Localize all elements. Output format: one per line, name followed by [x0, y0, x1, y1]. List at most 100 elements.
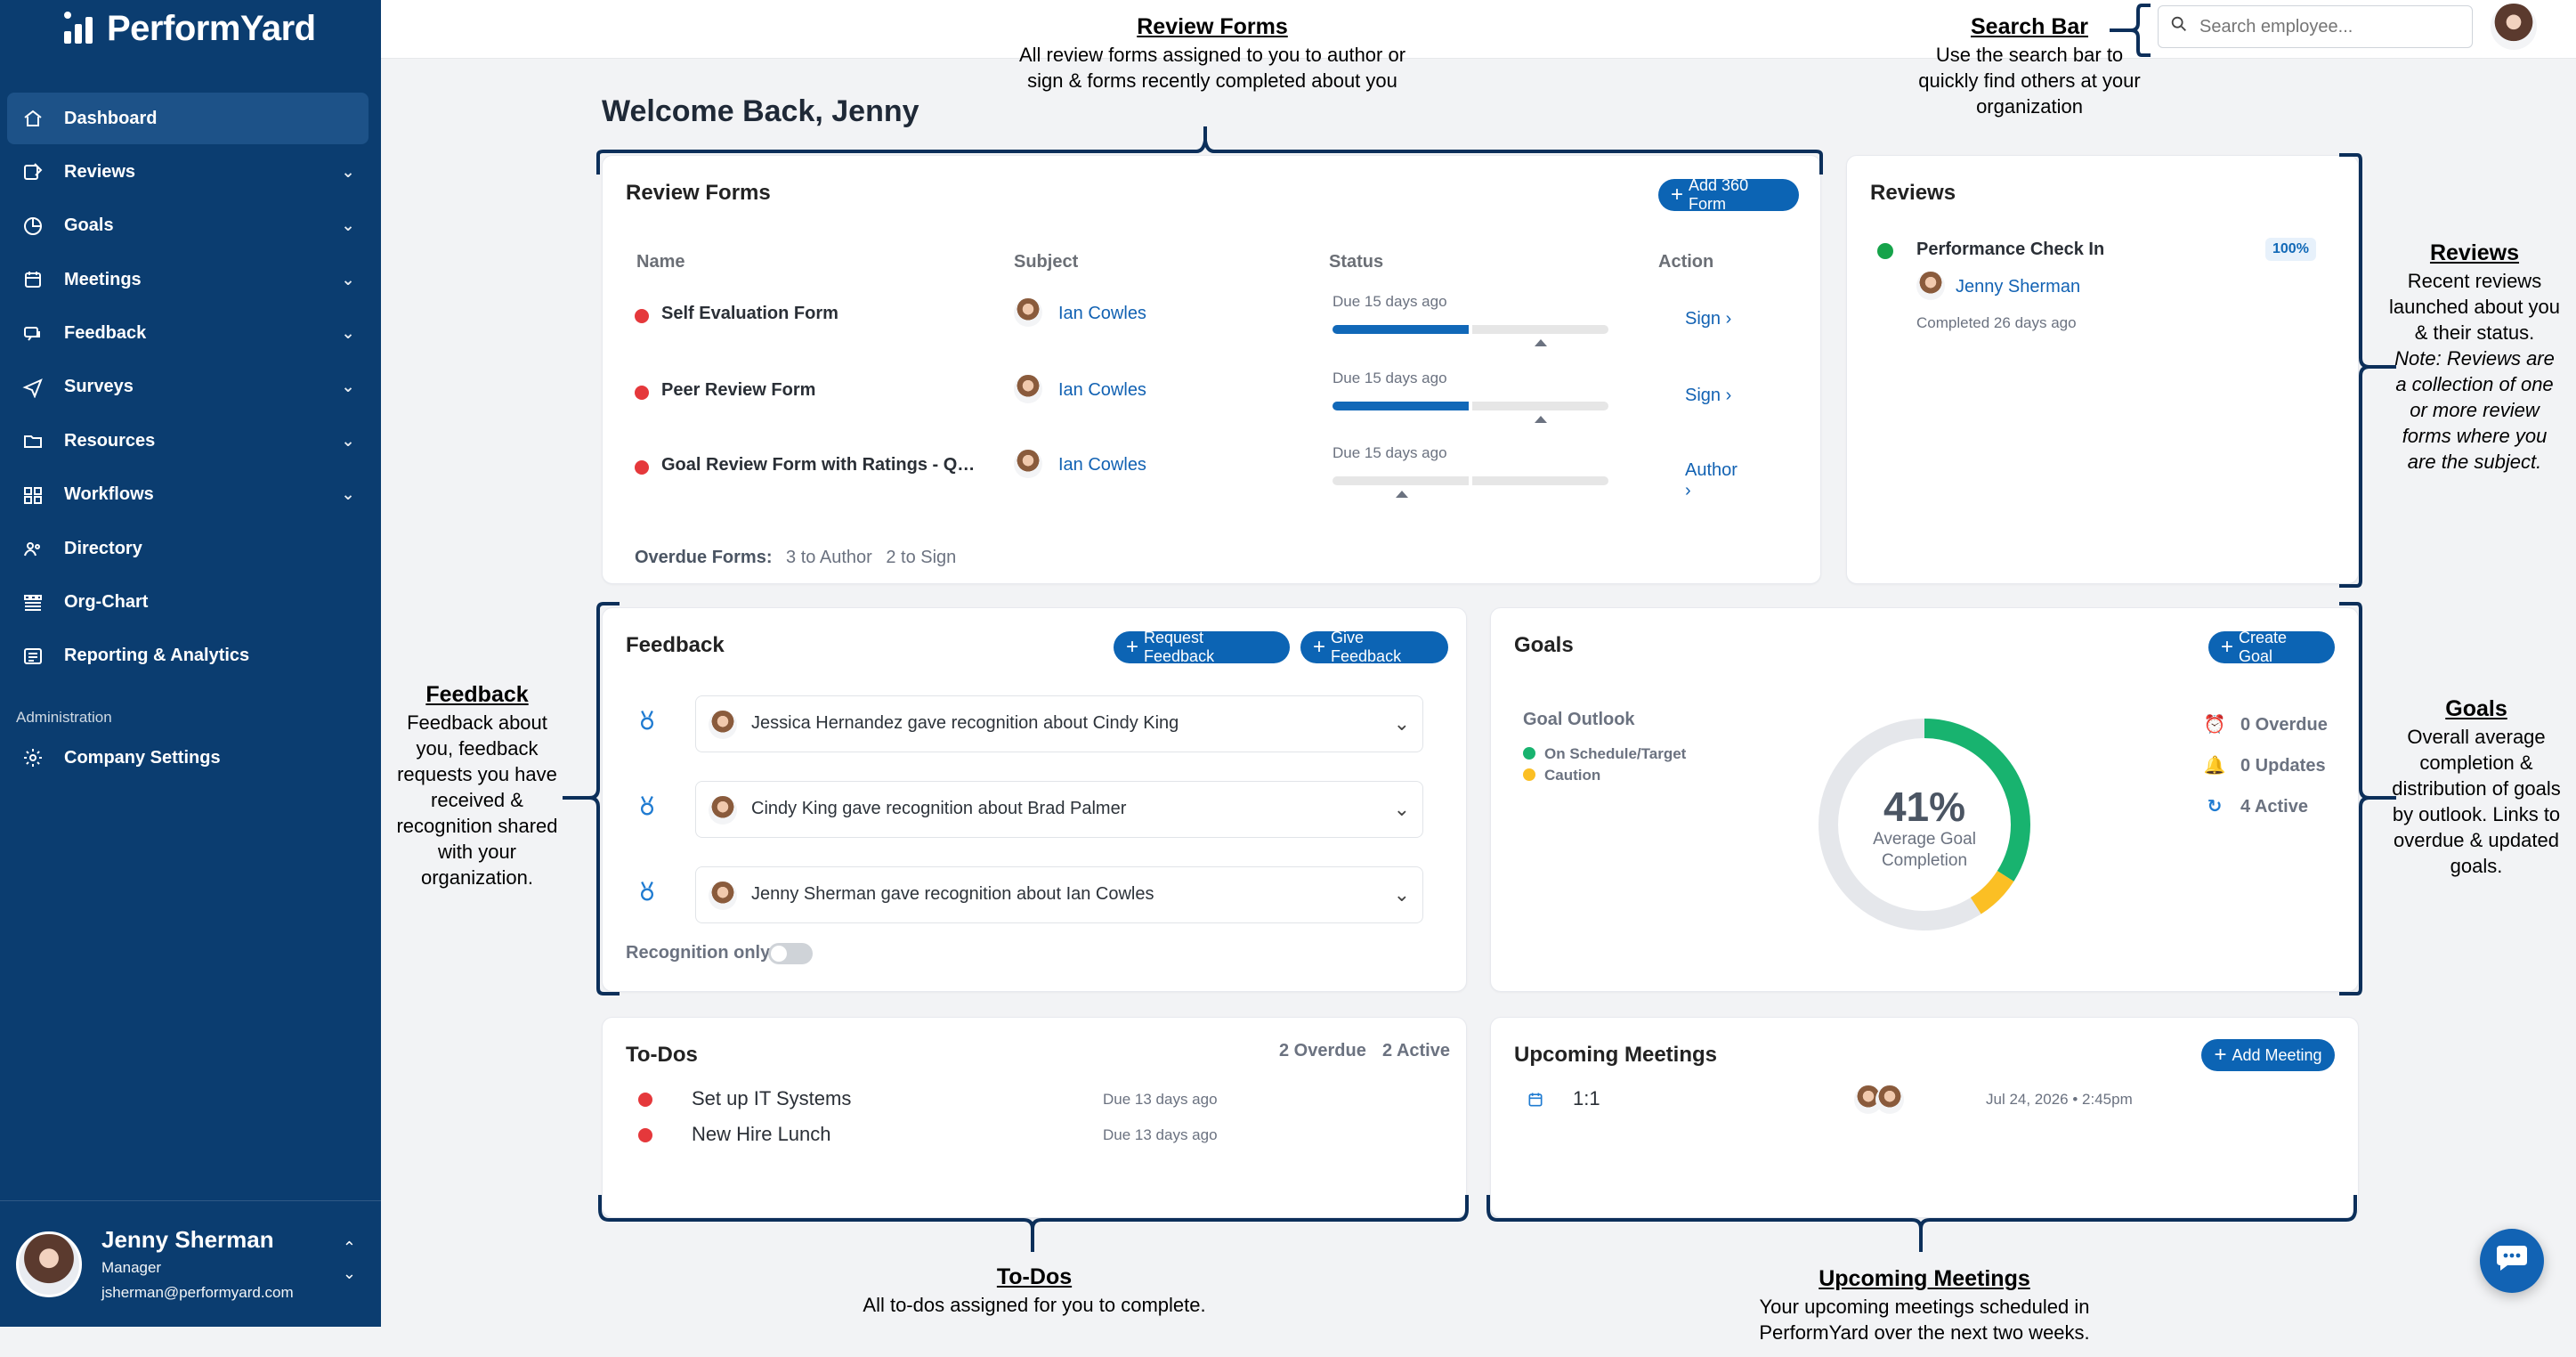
feedback-item[interactable]: Jenny Sherman gave recognition about Ian… [695, 866, 1423, 923]
search-bar[interactable] [2158, 5, 2473, 48]
reviews-annotation: Reviews Recent reviews launched about yo… [2387, 239, 2562, 475]
org-chart-icon [20, 589, 46, 616]
form-name[interactable]: Self Evaluation Form [661, 304, 982, 324]
feedback-card: Feedback + Request Feedback + Give Feedbac… [602, 607, 1467, 992]
meeting-title[interactable]: 1:1 [1573, 1087, 1600, 1110]
active-goals-link[interactable]: ↻ 4 Active [2203, 795, 2308, 817]
avatar [709, 882, 737, 910]
form-subject-link[interactable]: Ian Cowles [1058, 455, 1146, 475]
sidebar-item-label: Directory [64, 538, 142, 558]
add-360-form-button[interactable]: + Add 360 Form [1658, 176, 1799, 213]
sidebar-item-workflows[interactable]: Workflows ⌄ [7, 469, 369, 521]
updated-goals-link[interactable]: 🔔 0 Updates [2203, 754, 2326, 776]
review-forms-card: Review Forms + Add 360 Form Name Subject … [602, 155, 1821, 584]
sidebar-item-company-settings[interactable]: Company Settings [7, 732, 369, 784]
chat-support-button[interactable] [2480, 1229, 2544, 1293]
annotation-title: Upcoming Meetings [1819, 1266, 2030, 1291]
chevron-down-icon[interactable]: ⌄ [1394, 712, 1410, 735]
form-name[interactable]: Peer Review Form [661, 380, 982, 401]
chevron-right-icon: › [1685, 481, 1691, 500]
sidebar: PerformYard Dashboard Reviews ⌄ Goals ⌄ … [0, 0, 381, 1327]
todo-item[interactable]: Set up IT Systems [692, 1087, 851, 1110]
brand-logo[interactable]: PerformYard [62, 9, 316, 49]
todo-item[interactable]: New Hire Lunch [692, 1123, 831, 1146]
chat-icon [20, 321, 46, 347]
card-title: Goals [1514, 633, 1574, 657]
todos-brace [598, 1195, 1469, 1252]
avatar [1916, 272, 1945, 300]
sidebar-item-directory[interactable]: Directory [7, 523, 369, 574]
search-input[interactable] [2199, 16, 2449, 37]
table-row[interactable]: Self Evaluation Form Ian Cowles Due 15 d… [626, 293, 1747, 361]
overdue-status-dot [635, 386, 649, 400]
chevron-down-icon[interactable]: ⌄ [1394, 883, 1410, 906]
create-goal-button[interactable]: + Create Goal [2208, 629, 2335, 665]
sidebar-item-resources[interactable]: Resources ⌄ [7, 415, 369, 467]
form-subject-link[interactable]: Ian Cowles [1058, 304, 1146, 324]
admin-section-title: Administration [16, 709, 112, 726]
give-feedback-button[interactable]: + Give Feedback [1300, 629, 1448, 665]
sidebar-item-label: Goals [64, 215, 114, 236]
report-icon [20, 643, 46, 670]
review-name[interactable]: Performance Check In [1916, 240, 2104, 260]
chevron-down-icon[interactable]: ⌄ [335, 163, 361, 182]
overdue-status-dot [638, 1128, 652, 1142]
progress-marker-icon [1396, 491, 1408, 498]
chevron-down-icon[interactable]: ⌄ [335, 216, 361, 235]
sidebar-item-reporting[interactable]: Reporting & Analytics [7, 630, 369, 682]
feedback-text: Jenny Sherman gave recognition about Ian… [751, 884, 1154, 904]
sign-action-link[interactable]: Sign › [1685, 386, 1731, 406]
sidebar-item-reviews[interactable]: Reviews ⌄ [7, 146, 369, 198]
gear-icon [20, 744, 46, 771]
chevron-down-icon[interactable]: ⌄ [335, 432, 361, 451]
review-subject-link[interactable]: Jenny Sherman [1956, 277, 2080, 297]
sidebar-item-org-chart[interactable]: Org-Chart [7, 577, 369, 629]
chevron-down-icon[interactable]: ⌄ [335, 271, 361, 289]
plus-icon: + [1671, 183, 1684, 207]
sign-action-link[interactable]: Sign › [1685, 309, 1731, 329]
legend-item: Caution [1523, 767, 1600, 784]
user-menu-toggle[interactable]: ⌃ ⌄ [343, 1239, 356, 1283]
table-row[interactable]: Peer Review Form Ian Cowles Due 15 days … [626, 370, 1747, 437]
add-meeting-button[interactable]: + Add Meeting [2201, 1039, 2335, 1071]
chat-bubble-icon [2495, 1242, 2529, 1280]
sidebar-item-meetings[interactable]: Meetings ⌄ [7, 254, 369, 305]
form-name[interactable]: Goal Review Form with Ratings - Qua… [661, 455, 982, 475]
feedback-item[interactable]: Jessica Hernandez gave recognition about… [695, 695, 1423, 752]
feedback-item[interactable]: Cindy King gave recognition about Brad P… [695, 781, 1423, 838]
chevron-down-icon[interactable]: ⌄ [1394, 798, 1410, 821]
feedback-annotation: Feedback Feedback about you, feedback re… [390, 680, 564, 890]
reviews-card: Reviews Performance Check In 100% Jenny … [1846, 155, 2359, 584]
request-feedback-button[interactable]: + Request Feedback [1114, 629, 1290, 665]
chevron-down-icon[interactable]: ⌄ [335, 485, 361, 504]
todos-active-count[interactable]: 2 Active [1382, 1041, 1450, 1061]
annotation-title: Feedback [425, 682, 529, 707]
progress-marker-icon [1535, 416, 1547, 423]
history-icon: ↻ [2207, 797, 2223, 817]
table-row[interactable]: Goal Review Form with Ratings - Qua… Ian… [626, 444, 1747, 512]
overdue-sign-link[interactable]: 2 to Sign [886, 548, 956, 567]
form-subject-link[interactable]: Ian Cowles [1058, 380, 1146, 401]
chevron-down-icon[interactable]: ⌄ [335, 378, 361, 396]
todos-card: To-Dos 2 Overdue 2 Active Set up IT Syst… [602, 1017, 1467, 1218]
chevron-down-icon[interactable]: ⌄ [335, 324, 361, 343]
avatar[interactable] [2491, 4, 2537, 50]
sidebar-item-feedback[interactable]: Feedback ⌄ [7, 308, 369, 360]
chevron-right-icon: › [1725, 309, 1732, 329]
recognition-only-label: Recognition only [626, 943, 771, 963]
overdue-author-link[interactable]: 3 to Author [786, 548, 872, 567]
sidebar-item-label: Company Settings [64, 747, 221, 768]
sidebar-item-dashboard[interactable]: Dashboard [7, 93, 369, 144]
user-profile-card[interactable]: Jenny Sherman Manager jsherman@performya… [0, 1200, 381, 1327]
avatar [709, 711, 737, 739]
goals-annotation: Goals Overall average completion & distr… [2387, 695, 2565, 879]
author-action-link[interactable]: Author › [1685, 460, 1747, 501]
calendar-icon [20, 266, 46, 293]
overdue-status-dot [635, 460, 649, 475]
overdue-goals-link[interactable]: ⏰ 0 Overdue [2203, 713, 2328, 735]
sidebar-item-surveys[interactable]: Surveys ⌄ [7, 362, 369, 413]
sidebar-item-goals[interactable]: Goals ⌄ [7, 200, 369, 252]
todos-overdue-count[interactable]: 2 Overdue [1279, 1041, 1366, 1061]
annotation-text: Feedback about you, feedback requests yo… [396, 711, 558, 890]
recognition-only-toggle[interactable] [768, 943, 813, 964]
